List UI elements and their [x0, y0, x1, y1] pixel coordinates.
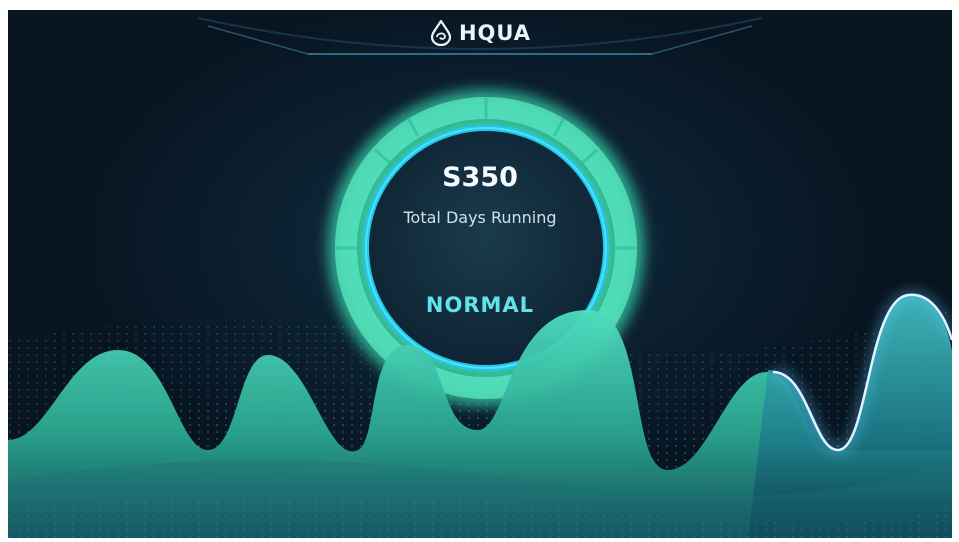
background-graphics	[8, 17, 952, 538]
brand-name: HQUA	[458, 21, 532, 45]
days-running-label: Total Days Running	[403, 208, 557, 227]
status-indicator: NORMAL	[425, 293, 535, 317]
brand-header: HQUA	[8, 20, 952, 46]
days-running-value: S350	[442, 162, 518, 193]
dashboard-screen: HQUA S350 Total Days Running NORMAL	[8, 10, 952, 538]
water-drop-icon	[430, 20, 452, 46]
